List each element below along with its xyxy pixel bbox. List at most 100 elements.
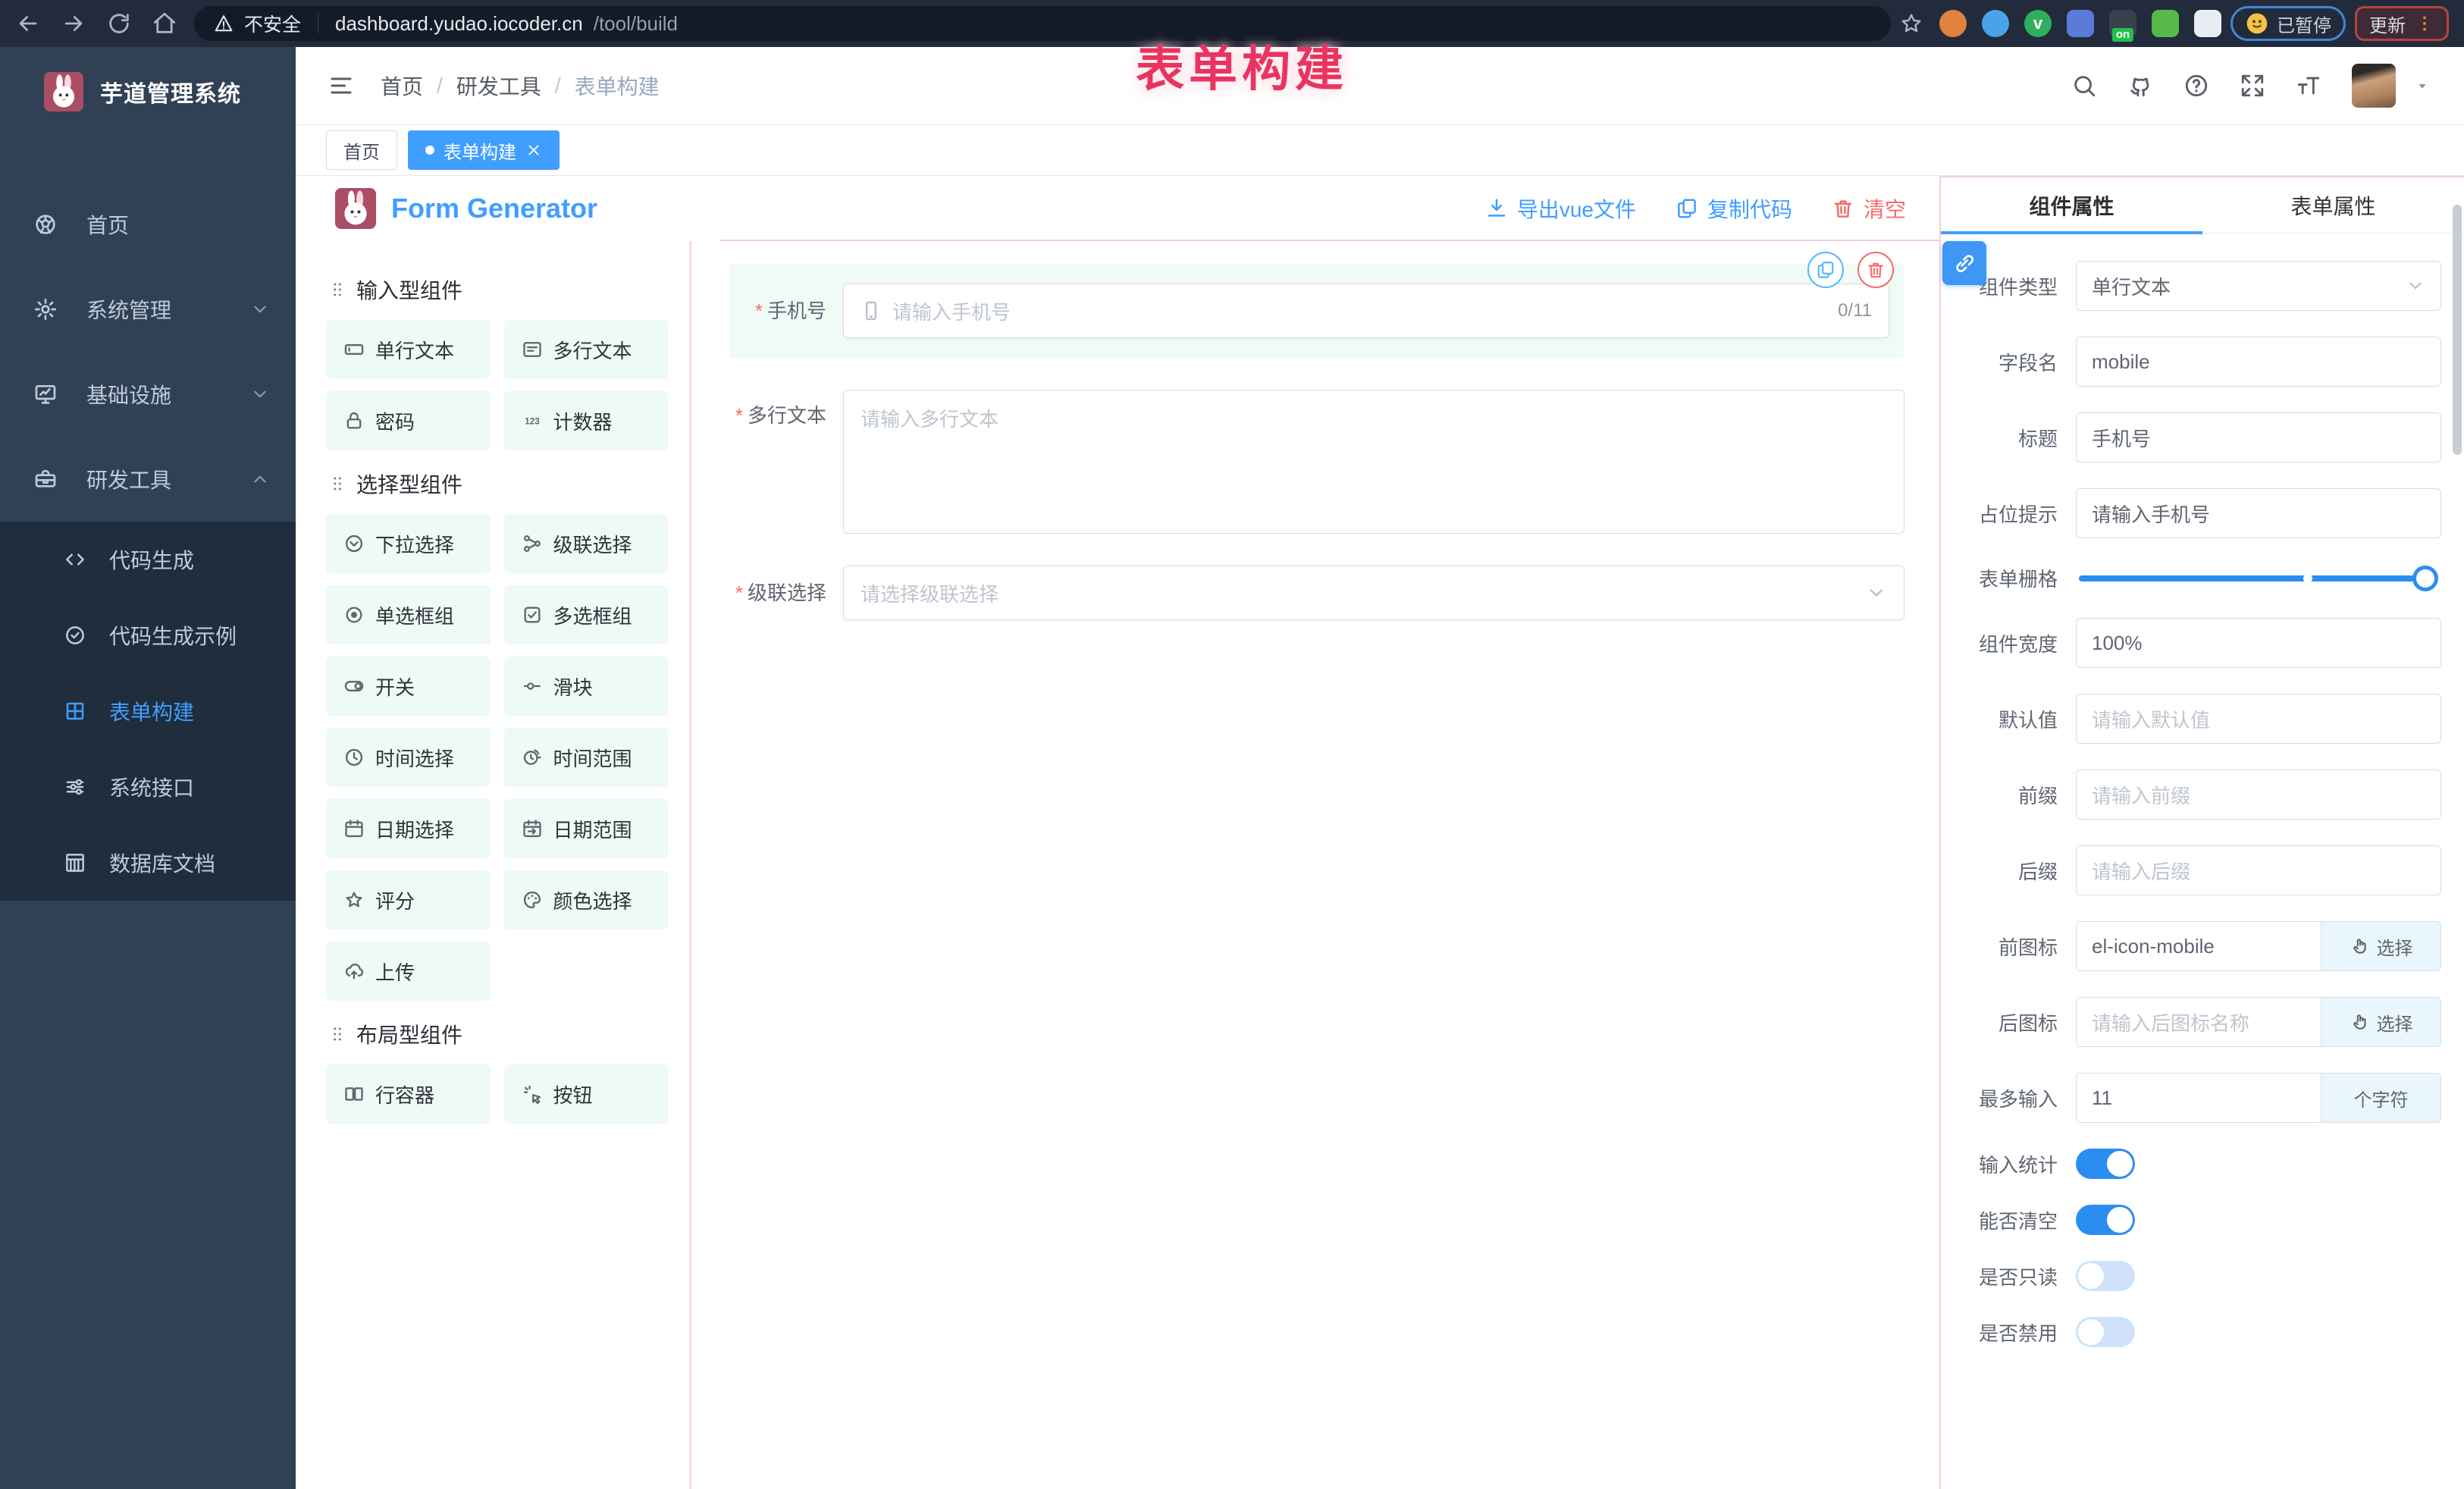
paused-extension-pill[interactable]: 已暂停 <box>2230 6 2346 41</box>
palette-item-label: 颜色选择 <box>553 886 632 914</box>
user-avatar[interactable] <box>2352 64 2396 108</box>
palette-item-按钮[interactable]: 按钮 <box>504 1064 669 1124</box>
field-select[interactable]: 请选择级联选择 <box>843 566 1904 620</box>
panel-scrollbar[interactable] <box>2453 205 2462 455</box>
prop-input-字段名[interactable]: mobile <box>2076 337 2441 387</box>
prop-input-标题[interactable]: 手机号 <box>2076 412 2441 462</box>
sidebar-subitem-4[interactable]: 数据库文档 <box>0 825 296 901</box>
breadcrumb-item[interactable]: 首页 <box>381 71 423 101</box>
sidebar-item-3[interactable]: 研发工具 <box>0 437 296 522</box>
prop-input-组件宽度[interactable]: 100% <box>2076 618 2441 668</box>
delete-field-button[interactable] <box>1857 252 1894 288</box>
canvas-field-手机号[interactable]: *手机号 请输入手机号 0/11 <box>729 264 1904 358</box>
browser-menu-dots-icon[interactable] <box>2415 14 2434 33</box>
close-icon[interactable] <box>525 142 542 158</box>
canvas-field-多行文本[interactable]: *多行文本 请输入多行文本 <box>729 390 1904 534</box>
security-label: 不安全 <box>244 10 301 37</box>
palette-item-多选框组[interactable]: 多选框组 <box>504 585 669 644</box>
canvas-field-级联选择[interactable]: *级联选择 请选择级联选择 <box>729 566 1904 620</box>
input-placeholder: 请输入默认值 <box>2092 705 2210 733</box>
palette-item-上传[interactable]: 上传 <box>326 942 491 1001</box>
sidebar-subitem-1[interactable]: 代码生成示例 <box>0 597 296 673</box>
palette-item-label: 上传 <box>375 958 415 986</box>
palette-item-单选框组[interactable]: 单选框组 <box>326 585 491 644</box>
sidebar-item-2[interactable]: 基础设施 <box>0 352 296 437</box>
sidebar-subitem-0[interactable]: 代码生成 <box>0 522 296 597</box>
palette-item-单行文本[interactable]: 单行文本 <box>326 320 491 379</box>
sidebar-item-1[interactable]: 系统管理 <box>0 267 296 352</box>
palette-item-计数器[interactable]: 123 计数器 <box>504 391 669 450</box>
palette-item-行容器[interactable]: 行容器 <box>326 1064 491 1124</box>
hamburger-icon[interactable] <box>328 72 355 99</box>
palette-item-下拉选择[interactable]: 下拉选择 <box>326 514 491 573</box>
pin-extension-icon[interactable] <box>1982 10 2009 37</box>
palette-item-滑块[interactable]: 滑块 <box>504 657 669 716</box>
复制代码-button[interactable]: 复制代码 <box>1676 193 1792 224</box>
field-input[interactable]: 请输入手机号 0/11 <box>843 284 1889 338</box>
github-icon[interactable] <box>2127 73 2153 99</box>
palette-item-日期范围[interactable]: 日期范围 <box>504 799 669 858</box>
清空-button[interactable]: 清空 <box>1832 193 1906 224</box>
prop-switch-输入统计[interactable] <box>2076 1149 2135 1179</box>
data-binding-button[interactable] <box>1942 241 1986 285</box>
导出vue文件-button[interactable]: 导出vue文件 <box>1485 193 1636 224</box>
prop-switch-能否清空[interactable] <box>2076 1205 2135 1235</box>
palette-item-时间范围[interactable]: 时间范围 <box>504 728 669 787</box>
sidebar-item-0[interactable]: 首页 <box>0 182 296 267</box>
sidebar-subitem-3[interactable]: 系统接口 <box>0 749 296 825</box>
tab-首页[interactable]: 首页 <box>326 130 397 170</box>
forward-icon[interactable] <box>61 11 86 36</box>
app-logo-row[interactable]: 芋道管理系统 <box>0 47 296 136</box>
palette-item-日期选择[interactable]: 日期选择 <box>326 799 491 858</box>
prop-slider-表单栅格[interactable] <box>2079 575 2426 581</box>
back-icon[interactable] <box>15 11 41 36</box>
home-icon[interactable] <box>152 11 177 36</box>
reload-icon[interactable] <box>106 11 132 36</box>
address-bar[interactable]: 不安全 dashboard.yudao.iocoder.cn/tool/buil… <box>194 6 1891 41</box>
fullscreen-icon[interactable] <box>2240 73 2265 99</box>
palette-item-级联选择[interactable]: 级联选择 <box>504 514 669 573</box>
prop-append-前图标[interactable]: 选择 <box>2321 921 2441 971</box>
tab-表单构建[interactable]: 表单构建 <box>408 130 560 170</box>
tab-表单属性[interactable]: 表单属性 <box>2202 177 2464 233</box>
prop-append-最多输入[interactable]: 个字符 <box>2321 1073 2441 1123</box>
palette-item-评分[interactable]: 评分 <box>326 870 491 929</box>
search-icon[interactable] <box>2071 73 2097 99</box>
copy-icon <box>1676 197 1698 220</box>
help-icon[interactable] <box>2183 73 2209 99</box>
puzzle-extension-icon[interactable] <box>2194 10 2221 37</box>
prop-select-组件类型[interactable]: 单行文本 <box>2076 261 2441 311</box>
proxy-extension-icon[interactable]: on <box>2109 10 2136 37</box>
prop-input-默认值[interactable]: 请输入默认值 <box>2076 694 2441 744</box>
prop-input-后图标[interactable]: 请输入后图标名称 <box>2076 997 2321 1047</box>
field-textarea[interactable]: 请输入多行文本 <box>843 390 1904 534</box>
palette-item-多行文本[interactable]: 多行文本 <box>504 320 669 379</box>
palette-item-密码[interactable]: 密码 <box>326 391 491 450</box>
leaf-extension-icon[interactable] <box>2152 10 2179 37</box>
prop-switch-是否禁用[interactable] <box>2076 1317 2135 1347</box>
palette-item-开关[interactable]: 开关 <box>326 657 491 716</box>
prop-input-前图标[interactable]: el-icon-mobile <box>2076 921 2321 971</box>
font-size-icon[interactable] <box>2296 73 2321 99</box>
breadcrumb-item[interactable]: 研发工具 <box>456 71 541 101</box>
sync-extension-icon[interactable] <box>1939 10 1967 37</box>
security-warning-icon[interactable] <box>214 14 234 33</box>
prop-input-最多输入[interactable]: 11 <box>2076 1073 2321 1123</box>
sidebar-subitem-2[interactable]: 表单构建 <box>0 673 296 749</box>
avatar-caret-icon[interactable] <box>2414 77 2431 94</box>
palette-item-颜色选择[interactable]: 颜色选择 <box>504 870 669 929</box>
svg-text:123: 123 <box>525 417 540 427</box>
prop-input-占位提示[interactable]: 请输入手机号 <box>2076 488 2441 538</box>
v-extension-icon[interactable]: v <box>2024 10 2052 37</box>
prop-switch-是否只读[interactable] <box>2076 1261 2135 1291</box>
prop-input-前缀[interactable]: 请输入前缀 <box>2076 770 2441 820</box>
slider-handle[interactable] <box>2412 566 2438 591</box>
columns-extension-icon[interactable] <box>2067 10 2094 37</box>
duplicate-field-button[interactable] <box>1807 252 1844 288</box>
prop-input-后缀[interactable]: 请输入后缀 <box>2076 845 2441 895</box>
browser-update-button[interactable]: 更新 <box>2355 6 2449 41</box>
prop-append-后图标[interactable]: 选择 <box>2321 997 2441 1047</box>
palette-item-时间选择[interactable]: 时间选择 <box>326 728 491 787</box>
tab-组件属性[interactable]: 组件属性 <box>1941 177 2202 233</box>
bookmark-star-icon[interactable] <box>1900 12 1923 35</box>
